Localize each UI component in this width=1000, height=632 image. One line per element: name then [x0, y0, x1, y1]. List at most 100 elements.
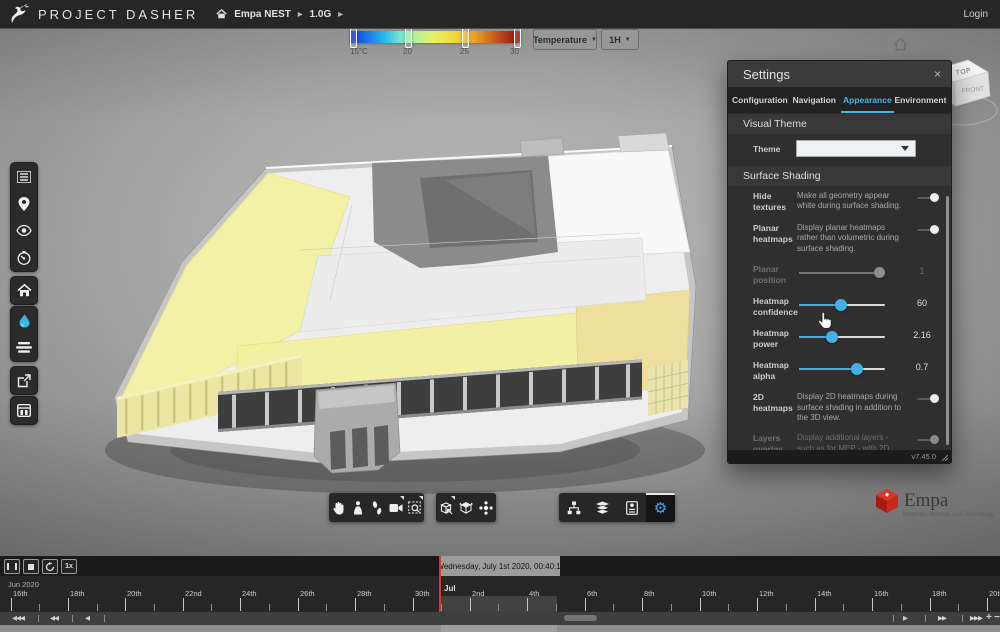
interval-dropdown[interactable]: 1H▼	[601, 29, 639, 50]
gradient-handle-25[interactable]	[462, 28, 469, 48]
speed-button[interactable]: 1x	[61, 559, 77, 574]
forward-1x-button[interactable]: ▶	[903, 614, 907, 622]
timeline-tick	[728, 604, 729, 611]
caret-icon	[451, 496, 455, 500]
rewind-2x-button[interactable]: ◀◀	[50, 614, 58, 622]
box-select-button[interactable]	[436, 493, 456, 522]
first-person-button[interactable]	[348, 493, 367, 522]
time-gauge-button[interactable]	[11, 244, 37, 271]
timeline-tick: 10th	[700, 598, 701, 611]
settings-header[interactable]: Settings ×	[728, 61, 951, 87]
gradient-handle-30[interactable]	[514, 28, 521, 48]
pause-button[interactable]	[4, 559, 20, 574]
water-drop-icon	[19, 314, 30, 328]
timeline-scrollbar-handle[interactable]	[564, 615, 597, 621]
home-view-button[interactable]	[11, 277, 37, 304]
zoom-window-button[interactable]	[405, 493, 424, 522]
timeline-tick	[498, 604, 499, 611]
model-browser-button[interactable]	[559, 493, 588, 522]
temperature-legend: 15°C 20 25 30 Temperature▼ 1H▼	[350, 29, 650, 69]
legend-panel-button[interactable]	[11, 163, 37, 190]
month-label-current: Jul	[444, 584, 456, 593]
share-button[interactable]	[11, 367, 37, 394]
setting-row-heatmap-alpha: Heatmap alpha 0.7	[728, 355, 951, 387]
hide-textures-toggle[interactable]	[917, 193, 939, 203]
levels-button[interactable]	[11, 334, 37, 361]
brand: PROJECT DASHER	[8, 4, 198, 24]
breadcrumb-site[interactable]: Empa NEST	[234, 9, 291, 20]
planar-heatmaps-toggle[interactable]	[917, 225, 939, 235]
loop-button[interactable]	[42, 559, 58, 574]
heatmap-power-slider[interactable]	[799, 331, 885, 343]
close-icon[interactable]: ×	[934, 67, 941, 81]
caret-right-icon: ▶	[338, 11, 343, 18]
strip-divider	[962, 615, 963, 622]
heatmap-confidence-slider[interactable]	[799, 299, 885, 311]
storyboard-button[interactable]	[11, 397, 37, 424]
zoom-in-button[interactable]: +	[986, 612, 992, 623]
tab-environment[interactable]: Environment	[894, 87, 947, 113]
setting-row-2d-heatmaps: 2D heatmaps Display 2D heatmaps during s…	[728, 387, 951, 428]
orbit-button[interactable]	[456, 493, 476, 522]
forward-3x-button[interactable]: ▶▶▶	[970, 614, 982, 622]
planar-position-slider[interactable]	[799, 267, 885, 279]
camera-button[interactable]	[386, 493, 405, 522]
timeline-tick	[613, 604, 614, 611]
rewind-1x-button[interactable]: ◀	[85, 614, 89, 622]
gradient-handle-20[interactable]	[405, 28, 412, 48]
properties-icon	[626, 501, 638, 515]
rewind-3x-button[interactable]: ◀◀◀	[12, 614, 24, 622]
water-heatmap-button[interactable]	[11, 307, 37, 334]
home-icon[interactable]	[216, 9, 227, 19]
timeline: 1x Wednesday, July 1st 2020, 00:40:11 Ju…	[0, 556, 1000, 625]
visibility-button[interactable]	[11, 217, 37, 244]
setting-row-planar-heatmaps: Planar heatmaps Display planar heatmaps …	[728, 218, 951, 259]
layers-overlay-toggle[interactable]	[917, 435, 939, 445]
setting-row-heatmap-power: Heatmap power 2.16	[728, 323, 951, 355]
settings-body: Hide textures Make all geometry appear w…	[728, 186, 951, 464]
timeline-tick: 14th	[815, 598, 816, 611]
zoom-out-button[interactable]: −	[994, 612, 1000, 623]
metric-dropdown[interactable]: Temperature▼	[533, 29, 597, 50]
hand-icon	[332, 501, 345, 515]
timeline-tick	[384, 604, 385, 611]
gauge-icon	[17, 251, 31, 265]
layers-button[interactable]	[588, 493, 617, 522]
breadcrumb-level[interactable]: 1.0G	[310, 9, 332, 20]
forward-2x-button[interactable]: ▶▶	[938, 614, 946, 622]
properties-panel-button[interactable]	[617, 493, 646, 522]
caret-icon	[400, 496, 404, 500]
settings-button[interactable]: ⚙	[646, 493, 675, 522]
locations-button[interactable]	[11, 190, 37, 217]
heatmap-alpha-slider[interactable]	[799, 363, 885, 375]
timeline-tick: 28th	[355, 598, 356, 611]
timeline-tick	[843, 604, 844, 611]
setting-row-heatmap-confidence: Heatmap confidence 60	[728, 291, 951, 323]
timeline-tick: 26th	[298, 598, 299, 611]
pan-hand-button[interactable]	[329, 493, 348, 522]
theme-select[interactable]	[796, 140, 916, 157]
timeline-band[interactable]: Jun 2020 Jul 16th18th20th22nd24th26th28t…	[0, 576, 1000, 612]
stop-button[interactable]	[23, 559, 39, 574]
walk-button[interactable]	[367, 493, 386, 522]
home-view-icon[interactable]	[892, 36, 909, 52]
temperature-gradient-bar[interactable]	[350, 31, 520, 43]
timeline-playhead[interactable]	[439, 556, 441, 612]
location-pin-icon	[18, 197, 30, 211]
timeline-tick: 24th	[240, 598, 241, 611]
timeline-tick: 30th	[413, 598, 414, 611]
tab-configuration[interactable]: Configuration	[732, 87, 788, 113]
2d-heatmaps-toggle[interactable]	[917, 394, 939, 404]
timeline-tick	[958, 604, 959, 611]
tab-navigation[interactable]: Navigation	[788, 87, 841, 113]
login-link[interactable]: Login	[964, 9, 988, 20]
gradient-handle-15[interactable]	[350, 28, 357, 48]
resize-grip-icon[interactable]	[940, 453, 948, 461]
pivot-button[interactable]	[476, 493, 496, 522]
timeline-tick: 6th	[585, 598, 586, 611]
timeline-scroll-strip[interactable]: ◀◀◀ ◀◀ ◀ ▶ ▶▶ ▶▶▶ + −	[0, 612, 1000, 625]
timeline-tick: 12th	[757, 598, 758, 611]
dots-cluster-icon	[479, 501, 493, 515]
settings-scrollbar[interactable]	[946, 196, 949, 445]
tab-appearance[interactable]: Appearance	[841, 87, 894, 113]
